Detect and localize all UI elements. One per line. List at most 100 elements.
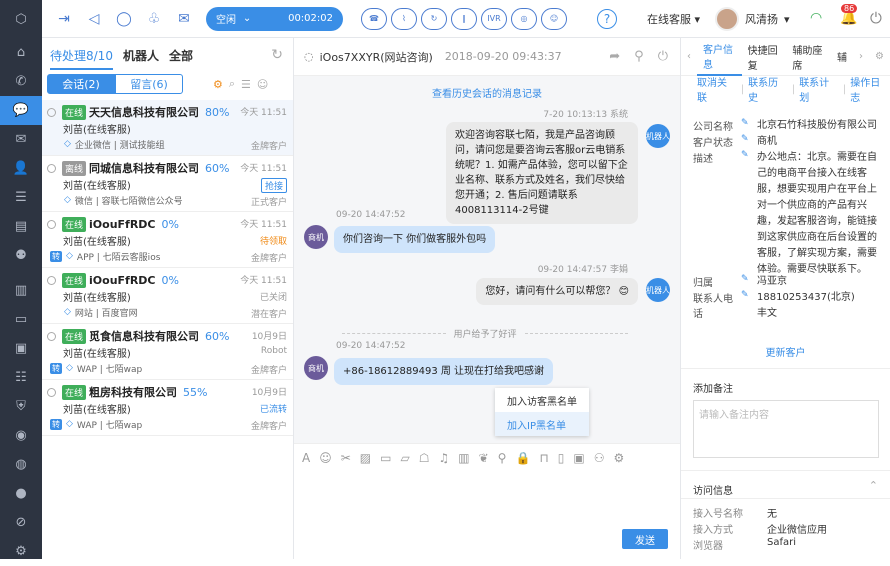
conversation-item[interactable]: 离线 同城信息科技有限公司 60% 今天 11:51 刘苗(在线客服) 抢接 ◇ 微信 | 容… xyxy=(42,156,293,212)
conversation-item[interactable]: 在线 iOouFfRDC 0% 今天 11:51 刘苗(在线客服) 待领取转 ◇ APP | … xyxy=(42,212,293,268)
tab-customer-info[interactable]: 客户信息 xyxy=(697,38,742,76)
unlock-icon[interactable]: ⊓ xyxy=(539,451,548,465)
home-icon[interactable]: ⌂ xyxy=(0,38,42,67)
team-icon[interactable]: ⚉ xyxy=(0,241,42,270)
select-radio[interactable] xyxy=(47,275,56,285)
note-input[interactable]: 请输入备注内容 xyxy=(693,400,879,458)
chat-icon[interactable]: ◯ xyxy=(112,7,136,31)
select-radio[interactable] xyxy=(47,163,56,173)
tasks-icon[interactable]: ☰ xyxy=(0,183,42,212)
power-icon[interactable]: ⏻ xyxy=(870,9,882,27)
select-radio[interactable] xyxy=(47,387,56,397)
hangup-button[interactable]: ☎ xyxy=(361,7,387,30)
prev-tab-icon[interactable]: ‹ xyxy=(681,38,697,76)
update-customer-link[interactable]: 更新客户 xyxy=(681,344,890,359)
send-button[interactable]: 发送 xyxy=(622,529,668,549)
operation-log-link[interactable]: 操作日志 xyxy=(850,74,890,104)
search-icon[interactable]: ⌕ xyxy=(229,77,235,91)
lock-icon[interactable]: 🔒 xyxy=(515,451,530,465)
shield-icon[interactable]: ⛨ xyxy=(0,392,42,421)
unlink-link[interactable]: 取消关联 xyxy=(697,74,737,104)
user-menu[interactable]: 风清扬 ▾ xyxy=(715,0,790,38)
edit-icon[interactable]: ✎ xyxy=(741,134,757,150)
conversation-item[interactable]: 在线 觅食信息科技有限公司 60% 10月9日 刘苗(在线客服) Robot 转 ◇ WAP |… xyxy=(42,324,293,380)
chat-bubble-icon[interactable]: ● xyxy=(0,479,42,508)
message-icon[interactable]: ◍ xyxy=(0,450,42,479)
menu-visitor-blacklist[interactable]: 加入访客黑名单 xyxy=(495,388,589,412)
share-icon[interactable]: ➦ xyxy=(609,49,620,64)
chat-icon[interactable]: 💬 xyxy=(0,96,42,125)
settings-icon[interactable]: ⚙ xyxy=(614,451,625,465)
book-icon[interactable]: ▤ xyxy=(0,212,42,241)
history-link[interactable]: 查看历史会话的消息记录 xyxy=(294,85,680,100)
menu-ip-blacklist[interactable]: 加入IP黑名单 xyxy=(495,412,589,436)
screen-icon[interactable]: ▣ xyxy=(573,451,584,465)
monitor-icon[interactable]: ▭ xyxy=(0,305,42,334)
sort-icon[interactable]: ☰ xyxy=(241,78,251,91)
message-input[interactable]: 发送 xyxy=(294,471,680,559)
segment-session[interactable]: 会话(2) xyxy=(47,74,115,94)
contact-plan-link[interactable]: 联系计划 xyxy=(799,74,839,104)
refresh-icon[interactable]: ↻ xyxy=(271,47,283,63)
user-icon[interactable]: ⚲ xyxy=(498,451,507,465)
folder-icon[interactable]: ▱ xyxy=(400,451,409,465)
stats-icon[interactable]: ▥ xyxy=(0,276,42,305)
image-icon[interactable]: ▨ xyxy=(360,451,371,465)
conversation-item[interactable]: 在线 iOouFfRDC 0% 今天 11:51 刘苗(在线客服) 已关闭 ◇ 网站 | 百度… xyxy=(42,268,293,324)
pause-button[interactable]: ∥ xyxy=(451,7,477,30)
close-session-icon[interactable]: ⏻ xyxy=(658,49,668,64)
consult-button[interactable]: ◎ xyxy=(511,7,537,30)
money-icon[interactable]: ◉ xyxy=(0,421,42,450)
video-icon[interactable]: ▭ xyxy=(380,451,391,465)
mail-icon[interactable]: ✉ xyxy=(172,7,196,31)
next-tab-icon[interactable]: › xyxy=(853,38,869,76)
scissors-icon[interactable]: ✂ xyxy=(341,451,351,465)
transfer-button[interactable]: ↻ xyxy=(421,7,447,30)
book-icon[interactable]: ▥ xyxy=(458,451,469,465)
conversation-item[interactable]: 在线 天天信息科技有限公司 80% 今天 11:51 刘苗(在线客服) ◇ 企业微信 | 测… xyxy=(42,100,293,156)
tab-assist[interactable]: 辅助座席 xyxy=(786,38,831,76)
edit-icon[interactable]: ✎ xyxy=(741,274,757,290)
toggle-menu-icon[interactable]: ⇥ xyxy=(52,7,76,31)
edit-icon[interactable]: ✎ xyxy=(741,150,757,278)
emoji-icon[interactable]: ☺ xyxy=(319,451,332,465)
collapse-icon[interactable]: ⌃ xyxy=(869,479,878,492)
gear-icon[interactable]: ⚙ xyxy=(0,537,42,566)
contact-icon[interactable]: 👤 xyxy=(0,154,42,183)
tab-more[interactable]: 辅 xyxy=(831,38,853,76)
help-icon[interactable]: ? xyxy=(597,9,617,29)
font-icon[interactable]: A xyxy=(302,451,310,465)
leaf-icon[interactable]: ❦ xyxy=(479,451,489,465)
bell-icon[interactable]: ♫ xyxy=(438,451,449,465)
coin-icon[interactable]: ⚙ xyxy=(213,78,223,91)
satisfaction-button[interactable]: ☺ xyxy=(541,7,567,30)
segment-message[interactable]: 留言(6) xyxy=(115,74,183,94)
tablet-icon[interactable]: ▯ xyxy=(558,451,565,465)
screen-icon[interactable]: ▣ xyxy=(0,334,42,363)
conversation-item[interactable]: 在线 粗房科技有限公司 55% 10月9日 刘苗(在线客服) 已流转转 ◇ WAP | 七陌w… xyxy=(42,380,293,436)
service-select[interactable]: 在线客服 ▾ xyxy=(647,0,700,38)
phone-icon[interactable]: ✆ xyxy=(0,67,42,96)
people-icon[interactable]: ♧ xyxy=(142,7,166,31)
mail-icon[interactable]: ✉ xyxy=(0,125,42,154)
contact-history-link[interactable]: 联系历史 xyxy=(748,74,788,104)
select-radio[interactable] xyxy=(47,107,56,117)
speaker-icon[interactable]: ◁ xyxy=(82,7,106,31)
tab-pending[interactable]: 待处理8/10 xyxy=(50,47,113,70)
session-state[interactable]: 抢接 xyxy=(260,178,287,193)
tab-robot[interactable]: 机器人 xyxy=(123,47,159,64)
robot-icon[interactable]: ⚇ xyxy=(594,451,605,465)
edit-icon[interactable]: ✎ xyxy=(741,118,757,134)
list-icon[interactable]: ☷ xyxy=(0,363,42,392)
status-dropdown[interactable]: 空闲 ⌄ 00:02:02 xyxy=(206,6,343,31)
settings-icon[interactable]: ⚙ xyxy=(869,38,890,76)
emoji-icon[interactable]: ☺ xyxy=(257,78,268,91)
compass-icon[interactable]: ⊘ xyxy=(0,508,42,537)
hold-button[interactable]: ⌇ xyxy=(391,7,417,30)
phrase-icon[interactable]: ☖ xyxy=(419,451,430,465)
tab-all[interactable]: 全部 xyxy=(169,47,193,64)
select-radio[interactable] xyxy=(47,331,56,341)
tab-quick-reply[interactable]: 快捷回复 xyxy=(742,38,787,76)
ivr-button[interactable]: IVR xyxy=(481,7,507,30)
select-radio[interactable] xyxy=(47,219,56,229)
